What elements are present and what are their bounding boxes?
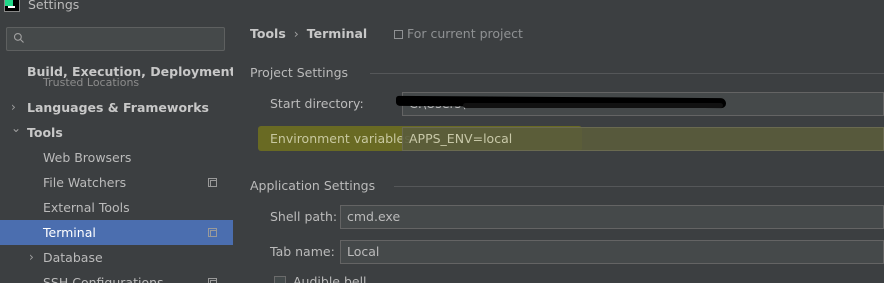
- chevron-right-icon[interactable]: ›: [29, 245, 41, 270]
- project-scope-icon: [208, 278, 217, 283]
- sidebar-item-label: Build, Execution, Deployment: [27, 64, 233, 79]
- tab-name-label: Tab name:: [270, 244, 335, 259]
- sidebar-item-label: Web Browsers: [43, 150, 132, 165]
- breadcrumb-separator: ›: [293, 26, 299, 41]
- sidebar-item-label: SSH Configurations: [43, 275, 164, 283]
- sidebar-item-label: Terminal: [43, 225, 96, 240]
- project-scope-icon: [208, 228, 217, 237]
- application-settings-title: Application Settings: [250, 178, 376, 193]
- settings-panel: Tools › Terminal For current project Proje…: [233, 14, 884, 283]
- sidebar-item-terminal[interactable]: Terminal: [0, 220, 233, 245]
- redaction-mark: [463, 103, 723, 108]
- audible-bell-label: Audible bell: [293, 274, 367, 283]
- section-divider: [394, 186, 884, 187]
- scope-indicator: For current project: [394, 26, 523, 42]
- tab-name-field[interactable]: Local: [340, 240, 884, 264]
- start-directory-label: Start directory:: [270, 96, 364, 111]
- app-icon: [4, 0, 20, 12]
- audible-bell-checkbox[interactable]: [274, 276, 286, 283]
- search-icon: [13, 32, 24, 43]
- project-settings-title: Project Settings: [250, 65, 349, 80]
- breadcrumb-tools: Tools: [250, 26, 286, 41]
- sidebar-item-web-browsers[interactable]: Web Browsers: [0, 145, 233, 170]
- breadcrumb: Tools › Terminal: [250, 26, 367, 42]
- environment-variables-value: APPS_ENV=local: [409, 131, 513, 146]
- window-title: Settings: [28, 0, 80, 12]
- title-bar: Settings: [0, 0, 884, 14]
- shell-path-field[interactable]: cmd.exe: [340, 205, 884, 229]
- sidebar-item-label: Database: [43, 250, 103, 265]
- project-scope-icon: [208, 178, 217, 187]
- breadcrumb-terminal: Terminal: [306, 26, 368, 41]
- settings-sidebar: Trusted Locations Build, Execution, Depl…: [0, 14, 233, 283]
- environment-variables-field[interactable]: APPS_ENV=local: [402, 127, 884, 151]
- environment-variables-label: Environment variables:: [270, 131, 415, 146]
- sidebar-item-label: Languages & Frameworks: [27, 100, 209, 115]
- sidebar-item-languages-frameworks[interactable]: › Languages & Frameworks: [0, 95, 233, 120]
- tab-name-value: Local: [347, 244, 380, 259]
- sidebar-item-tools[interactable]: ⌄ Tools: [0, 120, 233, 145]
- sidebar-item-label: File Watchers: [43, 175, 127, 190]
- section-divider: [370, 73, 884, 74]
- sidebar-item-file-watchers[interactable]: File Watchers: [0, 170, 233, 195]
- search-input[interactable]: [6, 27, 225, 51]
- project-scope-icon: [394, 30, 403, 39]
- sidebar-item-label: External Tools: [43, 200, 130, 215]
- sidebar-item-database[interactable]: › Database: [0, 245, 233, 270]
- sidebar-item-ssh-configurations[interactable]: SSH Configurations: [0, 270, 233, 283]
- sidebar-item-label: Tools: [27, 125, 63, 140]
- sidebar-item-external-tools[interactable]: External Tools: [0, 195, 233, 220]
- shell-path-value: cmd.exe: [347, 209, 401, 224]
- scope-label: For current project: [407, 26, 523, 41]
- shell-path-label: Shell path:: [270, 209, 338, 224]
- chevron-down-icon[interactable]: ⌄: [11, 116, 23, 141]
- sidebar-item-build-execution-deployment[interactable]: Build, Execution, Deployment: [0, 59, 233, 84]
